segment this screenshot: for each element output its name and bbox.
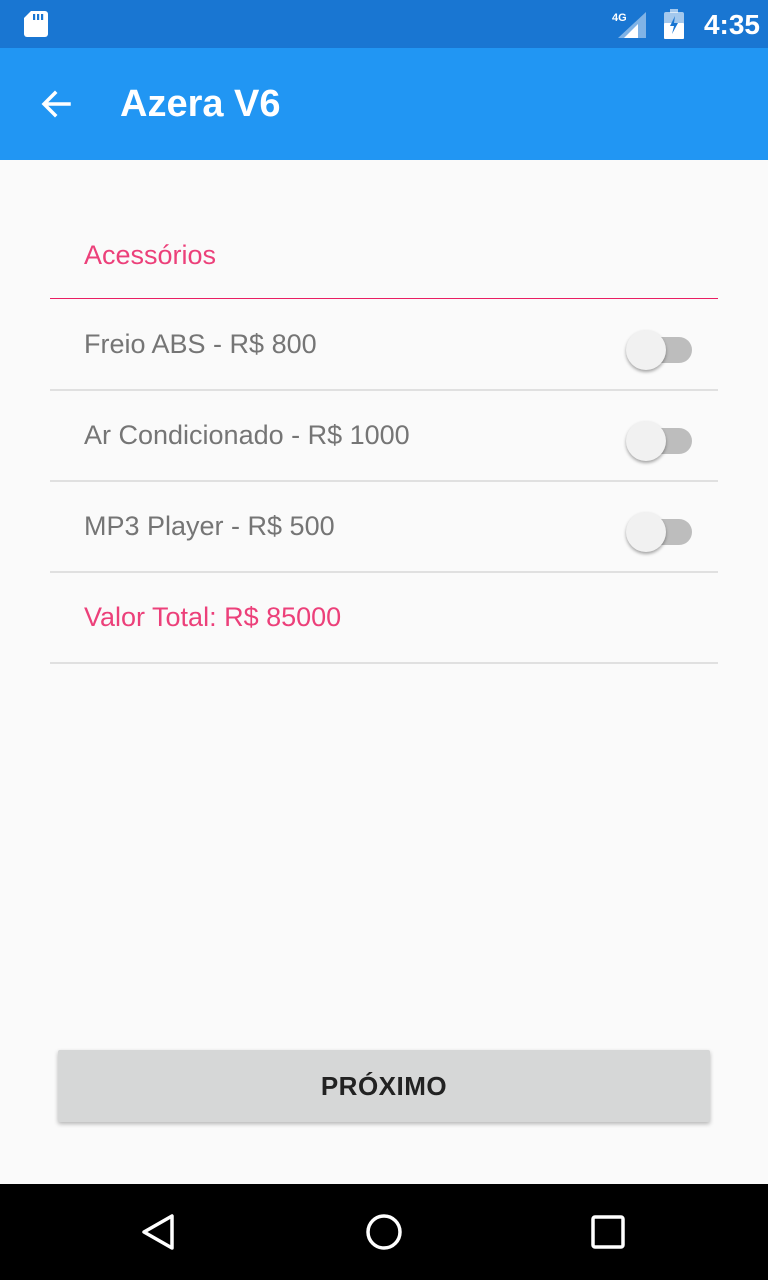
nav-back-icon[interactable] [138, 1210, 182, 1254]
accessory-row-mp3: MP3 Player - R$ 500 [50, 482, 718, 573]
arrow-back-icon [41, 90, 71, 118]
status-time: 4:35 [703, 9, 760, 40]
status-bar: 4G 4:35 [0, 0, 768, 48]
mp3-switch[interactable] [626, 512, 694, 552]
total-row: Valor Total: R$ 85000 [50, 573, 718, 664]
switch-thumb [626, 421, 666, 461]
switch-thumb [626, 512, 666, 552]
accessories-header: Acessórios [50, 208, 718, 299]
next-button[interactable]: PRÓXIMO [58, 1050, 710, 1122]
sd-card-icon [24, 11, 48, 37]
section-title: Acessórios [84, 240, 217, 270]
accessory-label: Ar Condicionado - R$ 1000 [84, 420, 410, 450]
navigation-bar [0, 1184, 768, 1280]
nav-home-icon[interactable] [362, 1210, 406, 1254]
accessory-row-ac: Ar Condicionado - R$ 1000 [50, 391, 718, 482]
battery-icon [664, 9, 684, 39]
page-title: Azera V6 [120, 83, 281, 125]
accessory-row-abs: Freio ABS - R$ 800 [50, 300, 718, 391]
back-button[interactable] [26, 74, 86, 134]
accessory-label: Freio ABS - R$ 800 [84, 329, 317, 359]
abs-switch[interactable] [626, 330, 694, 370]
app-bar: Azera V6 [0, 48, 768, 160]
switch-thumb [626, 330, 666, 370]
total-value: Valor Total: R$ 85000 [84, 602, 342, 632]
network-type-label: 4G [612, 12, 627, 24]
accessory-label: MP3 Player - R$ 500 [84, 511, 335, 541]
signal-icon: 4G [612, 12, 646, 38]
nav-recents-icon[interactable] [586, 1210, 630, 1254]
ac-switch[interactable] [626, 421, 694, 461]
main-content: Acessórios Freio ABS - R$ 800 Ar Condici… [0, 160, 768, 1184]
